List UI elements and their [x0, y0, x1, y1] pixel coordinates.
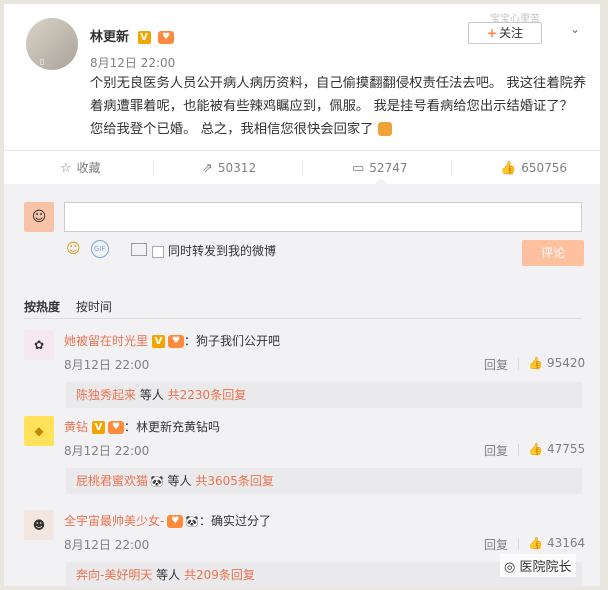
brand-watermark: ◎ 医院院长 — [500, 554, 576, 577]
comment-time: 8月12日 22:00 — [64, 358, 150, 372]
divider — [518, 444, 519, 456]
sub-replies-link[interactable]: 陈独秀起来 等人 共2230条回复 — [66, 382, 582, 408]
follow-button[interactable]: + 关注 — [468, 22, 542, 44]
post-content: 个别无良医务人员公开病人病历资料，自己偷摸翻翻侵权责任法去吧。 我这往着院养着病… — [90, 76, 587, 137]
comment-text: ：确实过分了 — [199, 514, 272, 528]
divider — [518, 358, 519, 370]
image-icon[interactable] — [131, 242, 148, 256]
panda-emoji-icon: 🐼 — [150, 474, 164, 488]
comment-time: 8月12日 22:00 — [64, 444, 150, 458]
thumbs-up-icon: 👍 — [528, 442, 543, 456]
comment-like-button[interactable]: 👍 95420 — [528, 356, 585, 370]
plus-icon: + — [486, 26, 498, 40]
comment-time: 8月12日 22:00 — [64, 538, 150, 552]
compose-tools: ☺ GIF — [66, 240, 157, 258]
member-badge-icon: ♥ — [168, 335, 185, 348]
comment-text: ：林更新充黄钻吗 — [124, 420, 221, 434]
verified-icon: V — [137, 31, 151, 44]
verified-icon: V — [152, 335, 166, 348]
member-badge-icon: ♥ — [158, 31, 175, 44]
reply-button[interactable]: 回复 — [484, 442, 508, 459]
favorite-button[interactable]: ☆ 收藏 — [60, 151, 101, 185]
member-badge-icon: ♥ — [108, 421, 125, 434]
gif-icon[interactable]: GIF — [90, 240, 109, 258]
author-name[interactable]: 林更新 — [90, 30, 129, 45]
comment-like-button[interactable]: 👍 43164 — [528, 536, 585, 550]
reply-button[interactable]: 回复 — [484, 536, 508, 553]
sort-tabs: 按热度 按时间 — [24, 298, 124, 315]
commenter-name[interactable]: 黄钻 — [64, 420, 88, 434]
weibo-post: 宝宝心里苦 ▯ 林更新 V ♥ 8月12日 22:00 + 关注 ⌄ 个别无良医务… — [4, 4, 600, 588]
comment-input[interactable] — [64, 202, 582, 232]
repost-button[interactable]: ⇗ 50312 — [202, 151, 256, 185]
diamond-avatar[interactable]: ◆ — [24, 416, 54, 446]
author-avatar[interactable]: ▯ — [26, 18, 78, 70]
commenter-avatar[interactable]: ✿ — [24, 330, 54, 360]
tab-sort-time[interactable]: 按时间 — [76, 300, 112, 314]
commenter-name[interactable]: 全宇宙最帅美少女- — [64, 514, 164, 528]
post-time[interactable]: 8月12日 22:00 — [90, 54, 175, 71]
wechat-icon: ◎ — [504, 560, 520, 575]
sub-replies-link[interactable]: 屁桃君蜜欢猫 🐼 等人 共3605条回复 — [66, 468, 582, 494]
comment-icon: ▭ — [352, 161, 365, 176]
repost-checkbox[interactable]: 同时转发到我的微博 — [152, 242, 276, 259]
divider — [153, 161, 154, 175]
divider — [302, 161, 303, 175]
submit-comment-button[interactable]: 评论 — [522, 240, 584, 266]
thumbs-up-icon: 👍 — [528, 536, 543, 550]
comment-like-button[interactable]: 👍 47755 — [528, 442, 585, 456]
thumbs-up-icon: 👍 — [528, 356, 543, 370]
reply-button[interactable]: 回复 — [484, 356, 508, 373]
commenter-name[interactable]: 她被留在时光里 — [64, 334, 148, 348]
commenter-avatar[interactable]: ☻ — [24, 510, 54, 540]
action-bar: ☆ 收藏 ⇗ 50312 ▭ 52747 👍 650756 — [4, 150, 600, 184]
member-badge-icon: ♥ — [167, 515, 184, 528]
chevron-down-icon[interactable]: ⌄ — [570, 22, 580, 36]
star-icon: ☆ — [60, 161, 72, 176]
verified-icon: V — [92, 421, 106, 434]
like-button[interactable]: 👍 650756 — [500, 151, 567, 185]
divider — [451, 161, 452, 175]
my-avatar: ☺ — [24, 202, 54, 232]
comment-section: ☺ ☺ GIF 同时转发到我的微博 评论 按热度 按时间 ✿ 她被留在时光里 V ♥：… — [4, 184, 600, 588]
thumbs-down-emoji-icon — [377, 122, 392, 136]
divider — [24, 318, 582, 319]
checkbox-icon[interactable] — [152, 245, 164, 258]
panda-emoji-icon: 🐼 — [185, 515, 200, 528]
divider — [518, 538, 519, 550]
comment-text: ：狗子我们公开吧 — [184, 334, 281, 348]
author-name-row: 林更新 V ♥ — [90, 26, 175, 45]
emoji-icon[interactable]: ☺ — [66, 241, 81, 257]
tab-sort-hot[interactable]: 按热度 — [24, 300, 60, 314]
thumbs-up-icon: 👍 — [500, 161, 517, 176]
repost-icon: ⇗ — [202, 161, 213, 176]
